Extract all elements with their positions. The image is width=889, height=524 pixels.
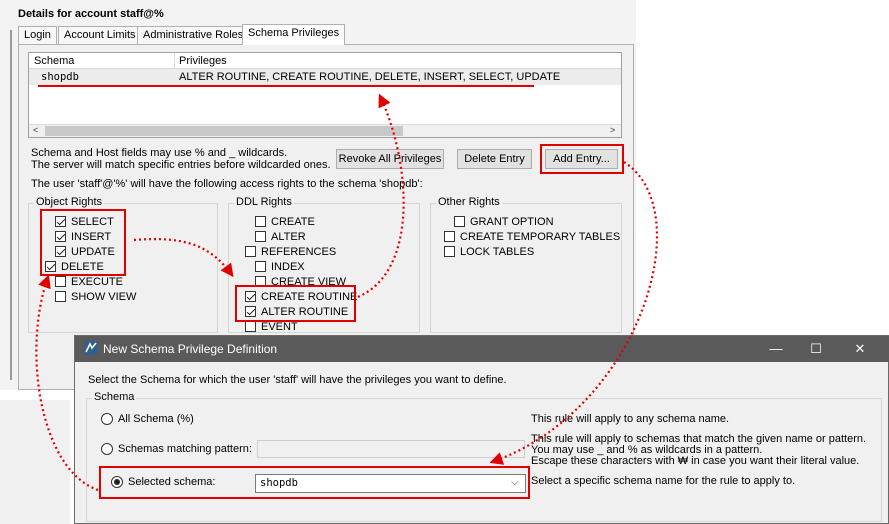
arrow-selected-schema-to-object bbox=[35, 274, 99, 492]
annotation-arrows bbox=[35, 93, 658, 492]
arrow-object-to-ddl bbox=[133, 238, 234, 278]
arrow-add-entry-to-combo bbox=[489, 161, 658, 465]
arrow-ddl-to-grid bbox=[357, 93, 405, 299]
